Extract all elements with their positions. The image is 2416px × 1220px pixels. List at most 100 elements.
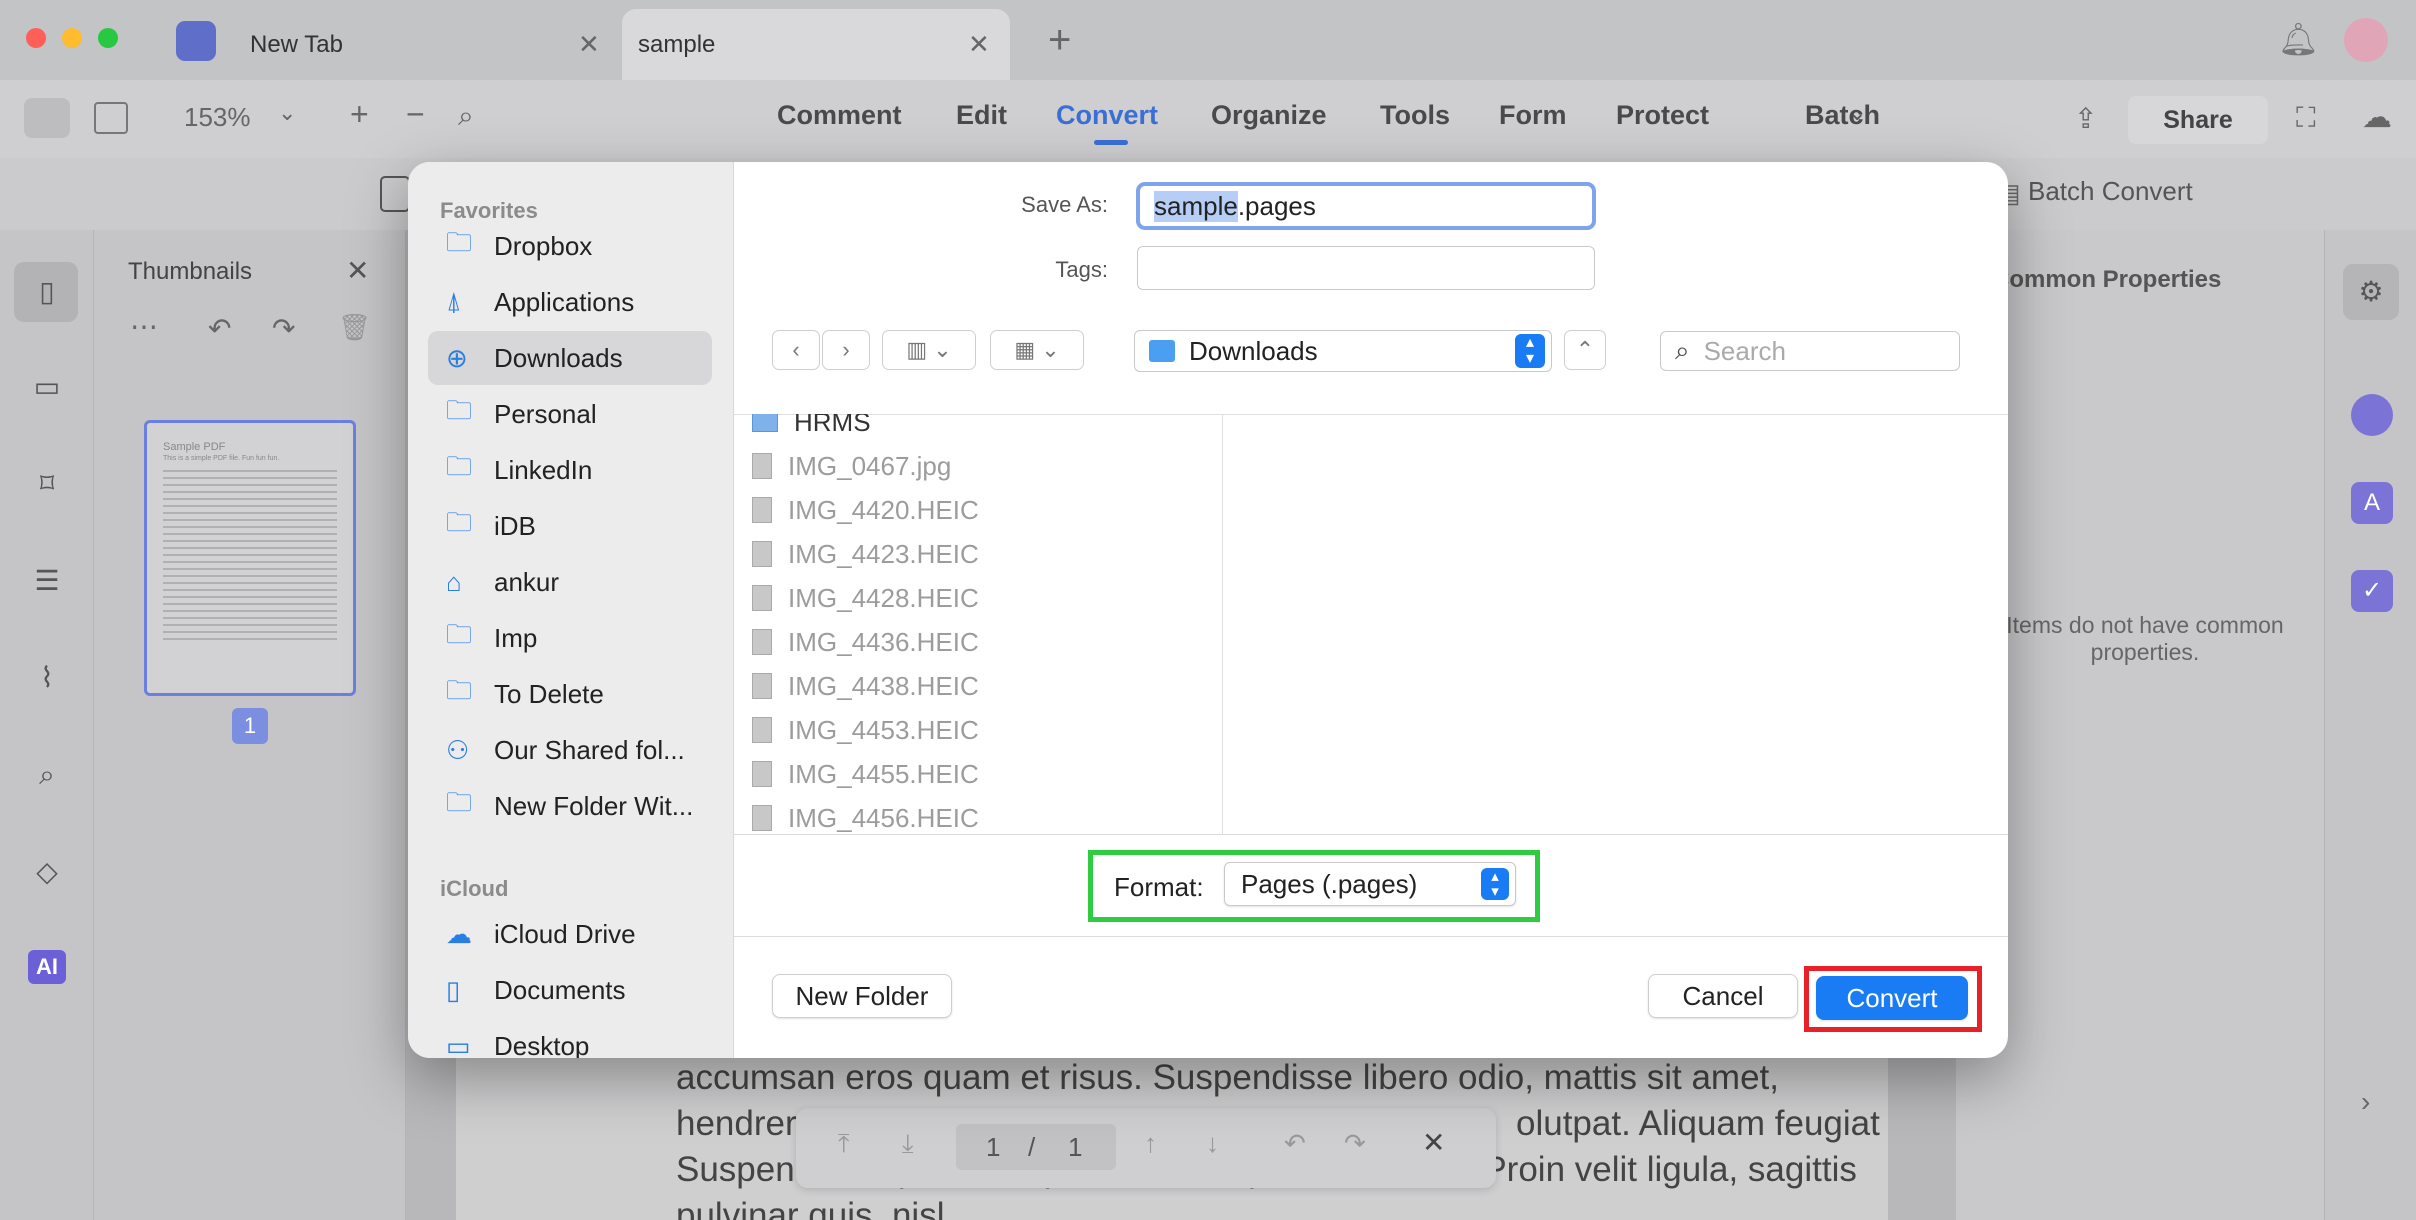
last-page-icon[interactable]: ↓ [1206,1128,1219,1159]
list-item[interactable]: IMG_4428.HEIC [752,576,979,620]
sidebar-item-linkedin[interactable]: 🗀︎ LinkedIn [428,443,712,497]
back-icon[interactable]: ‹ [772,330,820,370]
translate-icon[interactable]: A [2351,482,2393,524]
nav-edit[interactable]: Edit [956,100,1007,131]
zoom-in-icon[interactable]: + [350,96,369,133]
nav-convert[interactable]: Convert [1056,100,1158,131]
nav-form[interactable]: Form [1499,100,1567,131]
close-panel-icon[interactable]: ✕ [346,254,369,287]
check-icon[interactable]: ✓ [2351,570,2393,612]
notification-bell-icon[interactable]: 🔔︎ [2278,20,2319,58]
rotate-left-icon[interactable]: ↶ [208,312,231,345]
location-popup[interactable]: Downloads ▴ ▾ [1134,330,1552,372]
cloud-upload-icon[interactable]: ☁ [2362,100,2392,135]
list-item[interactable]: HRMS [752,414,871,444]
next-page-icon[interactable]: ↑ [1144,1128,1157,1159]
batch-convert-button[interactable]: Batch Convert [2028,176,2193,207]
folder-icon [752,414,778,432]
bookmark-icon[interactable]: ⌑ [30,467,64,501]
search-field[interactable]: ⌕ Search [1660,331,1960,371]
properties-icon[interactable]: ⚙︎ [2343,264,2399,320]
nav-organize[interactable]: Organize [1211,100,1327,131]
close-navigator-icon[interactable]: ✕ [1422,1126,1445,1159]
format-select[interactable]: Pages (.pages) ▴ ▾ [1224,862,1516,906]
sidebar-toggle-icon[interactable] [24,98,70,138]
zoom-out-icon[interactable]: − [406,96,425,133]
close-tab-icon[interactable]: ✕ [968,29,990,60]
zoom-area-icon[interactable]: ⌕ [458,100,474,133]
upload-icon[interactable]: ⇪ [2074,102,2097,135]
sidebar-item-imp[interactable]: 🗀︎ Imp [428,611,712,665]
minimize-window-button[interactable] [62,28,82,48]
workflow-icon[interactable]: ⛶ [2296,102,2316,135]
cancel-button[interactable]: Cancel [1648,974,1798,1018]
image-file-icon [752,805,772,831]
nav-protect[interactable]: Protect [1616,100,1709,131]
list-item[interactable]: IMG_4423.HEIC [752,532,979,576]
page-thumbnail[interactable]: Sample PDF This is a simple PDF file. Fu… [144,420,356,696]
thumbnails-icon[interactable]: ▯ [30,275,64,309]
forward-icon[interactable]: › [822,330,870,370]
tab-sample[interactable]: sample ✕ [622,9,1010,80]
close-tab-icon[interactable]: ✕ [578,29,600,60]
sidebar-item-our-shared-fol[interactable]: ⚇ Our Shared fol... [428,723,712,777]
save-as-field[interactable]: sample .pages [1136,182,1596,230]
applications-icon: ⍋ [446,286,462,316]
redo-icon[interactable]: ↷ [1344,1128,1366,1159]
group-button[interactable]: ▦ ⌄ [990,330,1084,370]
attachment-icon[interactable]: ⌇ [30,661,64,695]
list-item[interactable]: IMG_4420.HEIC [752,488,979,532]
share-button[interactable]: Share [2128,96,2268,144]
nav-tools[interactable]: Tools [1380,100,1450,131]
sidebar-item-dropbox[interactable]: 🗀︎ Dropbox [428,219,712,273]
list-item[interactable]: IMG_4436.HEIC [752,620,979,664]
comments-icon[interactable]: ▭ [30,370,64,404]
layers-icon[interactable]: ◇ [30,855,64,889]
list-item[interactable]: IMG_4453.HEIC [752,708,979,752]
avatar[interactable] [2344,18,2388,62]
search-icon[interactable]: ⌕ [30,758,64,792]
sidebar-item-applications[interactable]: ⍋ Applications [428,275,712,329]
nav-comment[interactable]: Comment [777,100,902,131]
page-layout-icon[interactable] [94,102,128,134]
chevron-down-icon[interactable]: ⌄ [278,100,296,126]
zoom-level[interactable]: 153% [184,102,251,133]
sidebar-item-idb[interactable]: 🗀︎ iDB [428,499,712,553]
trash-icon[interactable]: 🗑︎ [338,312,371,343]
more-icon[interactable]: ⋯ [130,310,158,343]
chevron-right-icon[interactable]: › [2361,1086,2370,1118]
sidebar-item-new-folder-wit[interactable]: 🗀︎ New Folder Wit... [428,779,712,833]
convert-option-icon[interactable] [380,176,410,212]
close-window-button[interactable] [26,28,46,48]
sidebar-item-icloud-drive[interactable]: ☁ iCloud Drive [428,907,712,961]
expand-collapse-icon[interactable]: ⌃ [1564,330,1606,370]
convert-button[interactable]: Convert [1816,976,1968,1020]
zoom-window-button[interactable] [98,28,118,48]
sidebar-item-personal[interactable]: 🗀︎ Personal [428,387,712,441]
new-tab-icon[interactable]: + [1048,18,1071,63]
first-page-icon[interactable]: ⤒ [838,1128,850,1160]
sidebar-item-to-delete[interactable]: 🗀︎ To Delete [428,667,712,721]
new-folder-button[interactable]: New Folder [772,974,952,1018]
columns-icon: ▥ [906,337,928,362]
tags-field[interactable] [1137,246,1595,290]
column-view-button[interactable]: ▥ ⌄ [882,330,976,370]
tab-new-tab[interactable]: New Tab ✕ [170,9,612,80]
rotate-right-icon[interactable]: ↷ [272,312,295,345]
sidebar-item-desktop[interactable]: ▭ Desktop [428,1019,712,1059]
ai-icon[interactable]: AI [28,950,66,984]
sidebar-item-ankur[interactable]: ⌂ ankur [428,555,712,609]
list-item[interactable]: IMG_4455.HEIC [752,752,979,796]
sidebar-item-documents[interactable]: ▯ Documents [428,963,712,1017]
list-item[interactable]: IMG_4456.HEIC [752,796,979,834]
outline-icon[interactable]: ☰ [30,564,64,598]
nav-batch[interactable]: Batch [1805,100,1880,131]
prev-page-icon[interactable]: ⤓ [902,1128,914,1160]
list-item[interactable]: IMG_0467.jpg [752,444,951,488]
list-item[interactable]: IMG_4438.HEIC [752,664,979,708]
assistant-icon[interactable] [2351,394,2393,436]
undo-icon[interactable]: ↶ [1284,1128,1306,1159]
sidebar-item-downloads[interactable]: ⊕ Downloads [428,331,712,385]
page-input-bg[interactable] [956,1124,1116,1170]
sidebar-item-label: Documents [494,974,626,1005]
